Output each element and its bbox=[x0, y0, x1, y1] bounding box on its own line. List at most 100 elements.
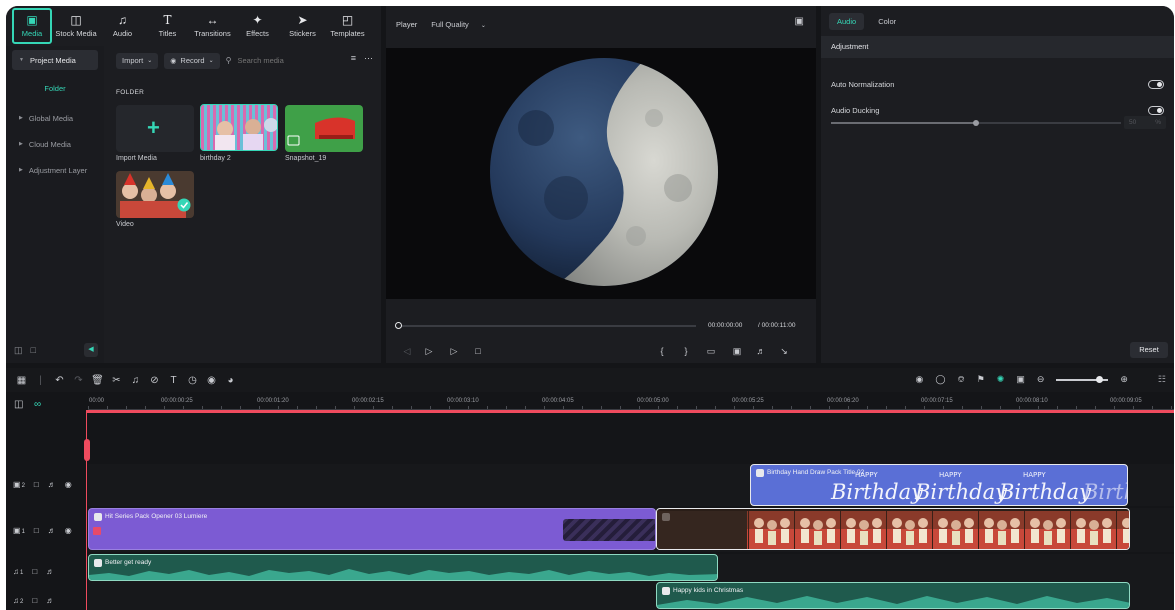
toolbar-templates-button[interactable]: ◰ Templates bbox=[325, 8, 370, 44]
eye-icon[interactable]: ◉ bbox=[65, 526, 72, 535]
title-clip[interactable]: Birthday Hand Draw Pack Title 02 Birthda… bbox=[750, 464, 1128, 506]
audio-split-icon[interactable]: ♫ bbox=[126, 375, 145, 386]
shield-icon[interactable]: ◯ bbox=[935, 374, 945, 385]
zoom-in-icon[interactable]: ⊕ bbox=[1120, 374, 1128, 385]
zoom-slider-knob[interactable] bbox=[1096, 375, 1104, 383]
filter-icon[interactable]: ≡ bbox=[351, 53, 356, 64]
redo-icon[interactable]: ↷ bbox=[69, 375, 88, 386]
toolbar-transitions-button[interactable]: ↔ Transitions bbox=[190, 8, 235, 44]
toolbar-label: Titles bbox=[158, 29, 177, 38]
more-icon[interactable]: ⋯ bbox=[364, 53, 373, 64]
undo-icon[interactable]: ↶ bbox=[50, 375, 69, 386]
toolbar-stickers-button[interactable]: ➤ Stickers bbox=[280, 8, 325, 44]
stop-icon[interactable]: □ bbox=[466, 346, 490, 356]
snapshot-icon[interactable]: ▣ bbox=[795, 16, 804, 27]
folder-track-icon[interactable]: □ bbox=[32, 596, 37, 605]
step-back-icon[interactable]: ▷ bbox=[416, 346, 442, 357]
new-folder-icon[interactable]: ◫ bbox=[14, 345, 23, 356]
text-tool-icon[interactable]: T bbox=[164, 375, 183, 386]
mark-in-icon[interactable]: { bbox=[650, 346, 674, 356]
sidebar-item-adjustment-layer[interactable]: ▶ Adjustment Layer bbox=[12, 160, 98, 180]
media-item-thumbnail[interactable] bbox=[285, 105, 363, 152]
ducking-value-input[interactable]: 50 % bbox=[1124, 116, 1166, 129]
ducking-slider-knob[interactable] bbox=[973, 120, 979, 126]
camera-icon[interactable]: ▣ bbox=[724, 346, 750, 357]
sidebar-item-cloud-media[interactable]: ▶ Cloud Media bbox=[12, 134, 98, 154]
audio-clip-better-get-ready[interactable]: Better get ready bbox=[88, 554, 718, 581]
reset-button[interactable]: Reset bbox=[1130, 342, 1168, 358]
import-media-tile[interactable]: + bbox=[116, 105, 194, 152]
video-preview[interactable] bbox=[386, 48, 816, 299]
delete-icon[interactable]: 🗑 bbox=[88, 375, 107, 386]
pip-icon[interactable]: ▣ bbox=[1016, 374, 1025, 385]
media-item-label: birthday 2 bbox=[200, 155, 231, 162]
ai-icon[interactable]: ✺ bbox=[997, 374, 1005, 385]
track-lane-video-1[interactable]: Hit Series Pack Opener 03 Lumiere bbox=[88, 508, 1174, 552]
volume-icon[interactable]: ♬ bbox=[750, 346, 772, 356]
toolbar-stock-media-button[interactable]: ◫ Stock Media bbox=[52, 8, 100, 44]
link-icon[interactable]: ∞ bbox=[34, 399, 41, 410]
search-input[interactable] bbox=[237, 56, 312, 65]
track-lane-audio-2[interactable]: Happy kids in Christmas bbox=[88, 582, 1174, 610]
grid-menu-icon[interactable]: ☷ bbox=[1158, 374, 1166, 385]
mic-icon[interactable]: ⎊ bbox=[957, 374, 964, 385]
color-icon[interactable]: ◉ bbox=[202, 375, 221, 386]
player-tab[interactable]: Player bbox=[396, 20, 417, 29]
zoom-out-icon[interactable]: ⊖ bbox=[1037, 374, 1045, 385]
mute-icon[interactable]: ♬ bbox=[48, 526, 56, 535]
audio-clip-happy-kids[interactable]: Happy kids in Christmas bbox=[656, 582, 1130, 609]
record-dropdown[interactable]: ◉ Record ⌄ bbox=[164, 52, 220, 69]
adjustment-section[interactable]: Adjustment bbox=[821, 36, 1174, 58]
media-item-thumbnail[interactable] bbox=[116, 171, 194, 218]
eye-icon[interactable]: ◉ bbox=[65, 480, 72, 489]
mask-icon[interactable]: ⊘ bbox=[145, 375, 164, 386]
display-icon[interactable]: ▭ bbox=[698, 346, 724, 357]
prev-frame-icon[interactable]: ◁ bbox=[398, 346, 416, 357]
fullscreen-icon[interactable]: ↘ bbox=[772, 346, 796, 357]
mute-icon[interactable]: ♬ bbox=[46, 596, 54, 605]
toolbar-media-button[interactable]: ▣ Media bbox=[12, 8, 52, 44]
folder-track-icon[interactable]: □ bbox=[32, 567, 37, 576]
playback-scrubber[interactable] bbox=[395, 322, 696, 329]
zoom-slider[interactable] bbox=[1056, 375, 1109, 383]
folder-track-icon[interactable]: □ bbox=[34, 480, 39, 489]
media-panel: ▣ Media ◫ Stock Media ♫ Audio T Titles ↔… bbox=[6, 6, 381, 363]
track-lane-video-2[interactable]: Birthday Hand Draw Pack Title 02 Birthda… bbox=[88, 464, 1174, 506]
layout-icon[interactable]: ▦ bbox=[12, 375, 31, 386]
tab-color[interactable]: Color bbox=[870, 13, 904, 30]
ducking-slider[interactable] bbox=[831, 120, 1121, 126]
toolbar-titles-button[interactable]: T Titles bbox=[145, 8, 190, 44]
auto-normalization-toggle[interactable] bbox=[1148, 80, 1164, 89]
speed-icon[interactable]: ◕ bbox=[221, 375, 240, 386]
sidebar-item-project-media[interactable]: ▼ Project Media bbox=[12, 50, 98, 70]
folder-icon[interactable]: □ bbox=[31, 345, 36, 355]
folder-track-icon[interactable]: □ bbox=[34, 526, 39, 535]
tab-audio[interactable]: Audio bbox=[829, 12, 865, 30]
timer-icon[interactable]: ◷ bbox=[183, 375, 202, 386]
opener-clip[interactable]: Hit Series Pack Opener 03 Lumiere bbox=[88, 508, 656, 550]
cut-icon[interactable]: ✂ bbox=[107, 375, 126, 386]
add-track-icon[interactable]: ◫ bbox=[14, 399, 23, 410]
audio-ducking-toggle[interactable] bbox=[1148, 106, 1164, 115]
toolbar-effects-button[interactable]: ✦ Effects bbox=[235, 8, 280, 44]
import-dropdown[interactable]: Import ⌄ bbox=[116, 52, 159, 69]
scrubber-handle[interactable] bbox=[395, 322, 402, 329]
mark-out-icon[interactable]: } bbox=[674, 346, 698, 356]
mute-icon[interactable]: ♬ bbox=[46, 567, 54, 576]
mute-icon[interactable]: ♬ bbox=[48, 480, 56, 489]
play-icon[interactable]: ▷ bbox=[442, 346, 466, 357]
sidebar-item-folder[interactable]: Folder bbox=[12, 84, 98, 93]
marker-icon[interactable]: ⚑ bbox=[977, 374, 985, 385]
timeline-ruler[interactable]: ◫ ∞ 00:00 00:00:00:25 00:00:01:20 00:00:… bbox=[6, 394, 1174, 420]
playhead-handle[interactable] bbox=[84, 439, 90, 461]
render-icon[interactable]: ◉ bbox=[916, 374, 924, 385]
quality-dropdown[interactable]: Full Quality ⌄ bbox=[431, 20, 486, 29]
toolbar-audio-button[interactable]: ♫ Audio bbox=[100, 8, 145, 44]
collapse-sidebar-icon[interactable]: ◀ bbox=[84, 343, 98, 357]
track-lane-audio-1[interactable]: Better get ready bbox=[88, 554, 1174, 582]
empty-track-lane[interactable] bbox=[88, 422, 1174, 462]
video-clip[interactable] bbox=[656, 508, 1130, 550]
sidebar-item-global-media[interactable]: ▶ Global Media bbox=[12, 108, 98, 128]
media-item-thumbnail[interactable] bbox=[200, 104, 278, 151]
media-item-label: Video bbox=[116, 221, 134, 228]
